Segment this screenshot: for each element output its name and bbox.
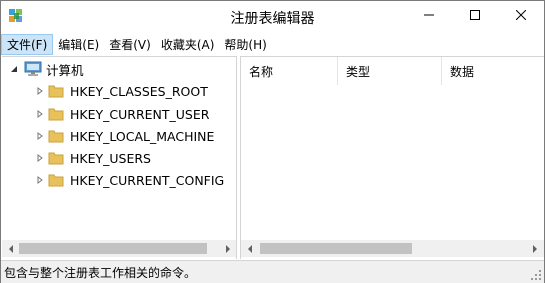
folder-icon <box>48 172 64 188</box>
registry-editor-window: 注册表编辑器 文件(F) 编辑(E) 查看(V) 收藏夹(A) 帮助(H) 计算… <box>0 0 545 283</box>
status-text: 包含与整个注册表工作相关的命令。 <box>4 265 197 280</box>
column-header-type[interactable]: 类型 <box>338 57 442 85</box>
expand-arrow-icon[interactable] <box>34 152 46 164</box>
size-grip-icon[interactable] <box>530 269 542 281</box>
tree-key-hkcc[interactable]: HKEY_CURRENT_CONFIG <box>34 170 224 190</box>
tree-key-hkcr[interactable]: HKEY_CLASSES_ROOT <box>34 81 208 101</box>
minimize-icon <box>424 9 434 23</box>
expand-arrow-icon[interactable] <box>34 108 46 120</box>
scroll-right-icon[interactable] <box>526 240 543 257</box>
expand-arrow-icon[interactable] <box>34 85 46 97</box>
tree-key-label: HKEY_LOCAL_MACHINE <box>70 128 215 144</box>
tree-key-hkcu[interactable]: HKEY_CURRENT_USER <box>34 104 209 124</box>
menu-edit[interactable]: 编辑(E) <box>53 34 104 55</box>
tree-key-hku[interactable]: HKEY_USERS <box>34 148 151 168</box>
scroll-thumb[interactable] <box>19 243 207 254</box>
scroll-right-icon[interactable] <box>219 240 236 257</box>
value-list-pane[interactable]: 名称 类型 数据 <box>240 56 544 259</box>
close-icon <box>515 9 527 23</box>
tree-root-label: 计算机 <box>46 62 84 78</box>
folder-icon <box>48 150 64 166</box>
status-bar: 包含与整个注册表工作相关的命令。 <box>1 260 544 283</box>
close-button[interactable] <box>498 1 544 31</box>
key-tree-pane[interactable]: 计算机 HKEY_CLASSES_ROOT HKEY_CURRENT_USER <box>2 56 237 259</box>
scroll-left-icon[interactable] <box>2 240 19 257</box>
menu-view[interactable]: 查看(V) <box>104 34 156 55</box>
list-horizontal-scrollbar[interactable] <box>241 240 544 257</box>
tree-key-label: HKEY_CURRENT_CONFIG <box>70 172 225 188</box>
menu-bar: 文件(F) 编辑(E) 查看(V) 收藏夹(A) 帮助(H) <box>1 34 544 55</box>
tree-key-label: HKEY_CURRENT_USER <box>70 106 210 122</box>
tree-key-label: HKEY_CLASSES_ROOT <box>70 83 208 99</box>
menu-file[interactable]: 文件(F) <box>1 34 54 55</box>
menu-favorites[interactable]: 收藏夹(A) <box>156 34 220 55</box>
folder-icon <box>48 128 64 144</box>
scroll-left-icon[interactable] <box>241 240 258 257</box>
maximize-button[interactable] <box>452 1 498 31</box>
folder-icon <box>48 83 64 99</box>
computer-icon <box>24 61 42 77</box>
menu-help[interactable]: 帮助(H) <box>219 34 271 55</box>
tree-key-hklm[interactable]: HKEY_LOCAL_MACHINE <box>34 126 214 146</box>
maximize-icon <box>470 9 480 23</box>
expand-arrow-icon[interactable] <box>34 130 46 142</box>
tree-key-label: HKEY_USERS <box>70 150 151 166</box>
column-header-data[interactable]: 数据 <box>442 57 544 85</box>
collapse-arrow-icon[interactable] <box>8 63 20 75</box>
scroll-thumb[interactable] <box>260 243 412 254</box>
folder-icon <box>48 106 64 122</box>
expand-arrow-icon[interactable] <box>34 174 46 186</box>
minimize-button[interactable] <box>406 1 452 31</box>
title-bar[interactable]: 注册表编辑器 <box>1 1 544 33</box>
tree-root-computer[interactable]: 计算机 <box>8 59 84 79</box>
tree-horizontal-scrollbar[interactable] <box>2 240 236 257</box>
column-header-name[interactable]: 名称 <box>241 57 338 85</box>
